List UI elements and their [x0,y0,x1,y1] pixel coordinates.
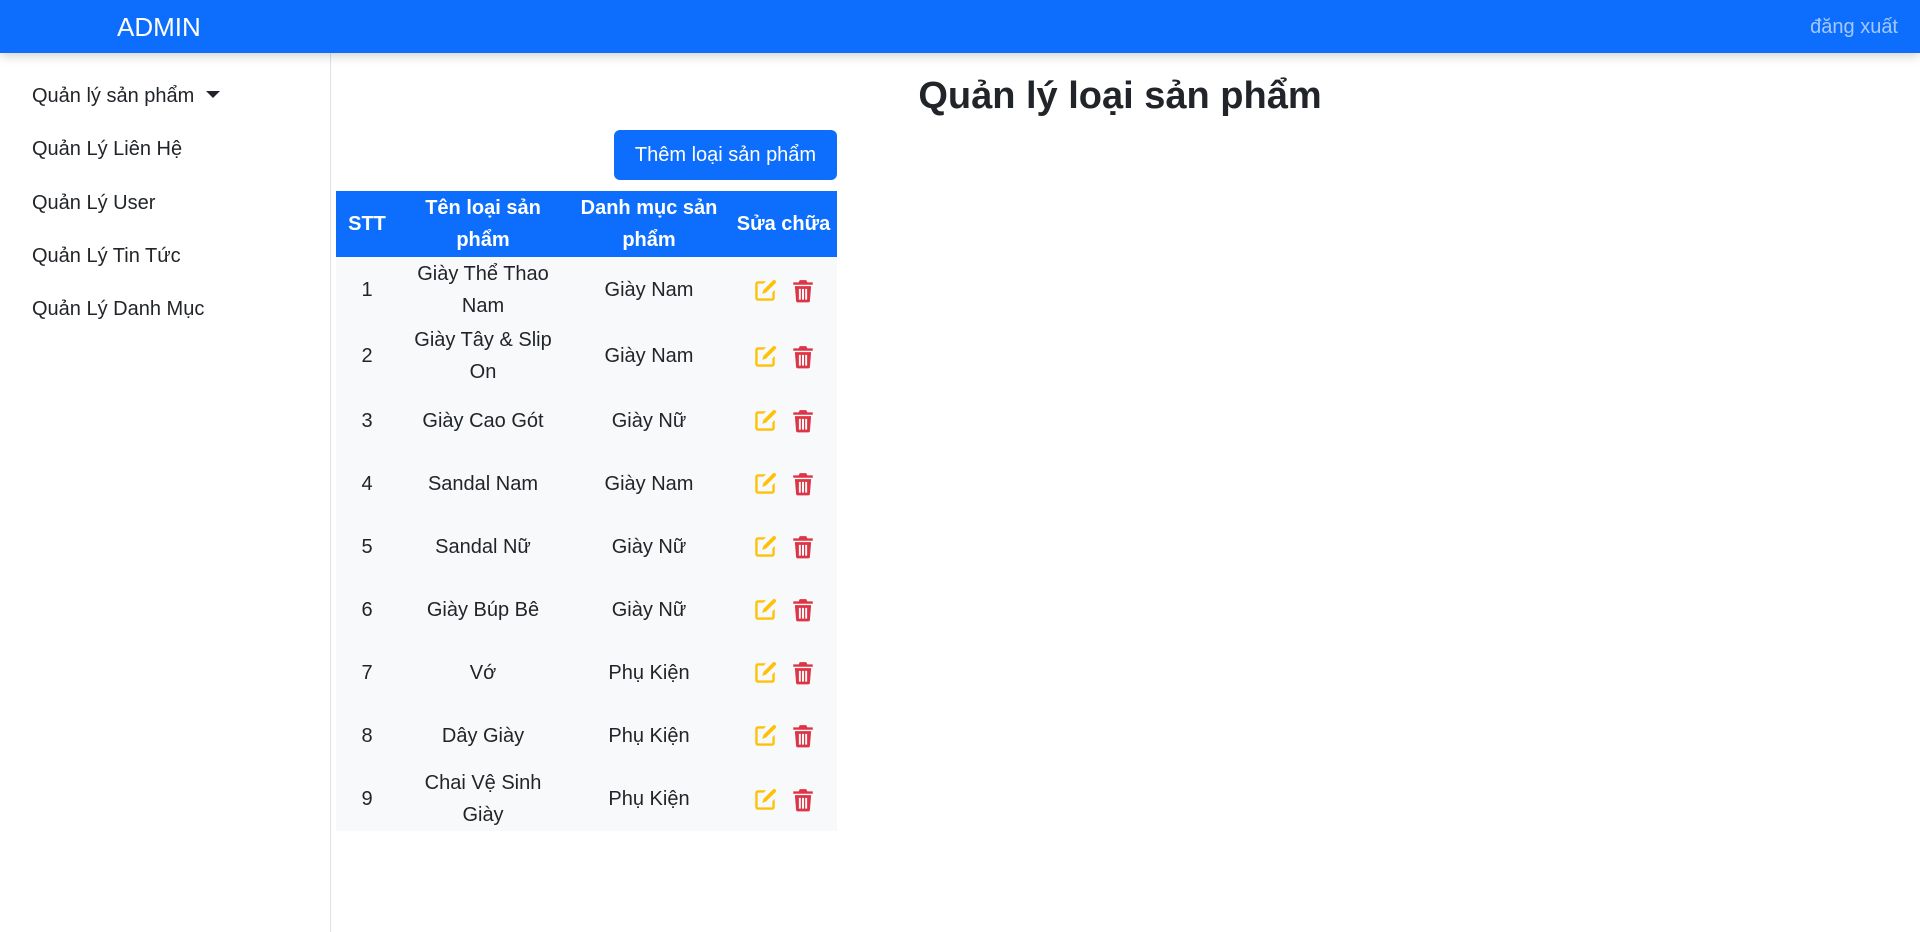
cell-stt: 2 [336,323,398,389]
edit-icon[interactable] [752,471,778,497]
edit-icon[interactable] [752,660,778,686]
cell-actions [730,578,837,641]
cell-name: Giày Cao Gót [398,389,568,452]
sidebar-item-products[interactable]: Quản lý sản phẩm [32,83,221,109]
column-header-actions: Sửa chữa [730,191,837,257]
sidebar-item-label: Quản Lý Liên Hệ [32,138,183,160]
edit-icon[interactable] [752,344,778,370]
edit-icon[interactable] [752,408,778,434]
cell-stt: 5 [336,515,398,578]
add-product-type-button[interactable]: Thêm loại sản phẩm [614,130,837,180]
chevron-down-icon [206,91,221,99]
table-row: 3 Giày Cao Gót Giày Nữ [336,389,837,452]
column-header-category: Danh mục sản phẩm [568,191,730,257]
edit-icon[interactable] [752,534,778,560]
table-row: 2 Giày Tây & Slip On Giày Nam [336,323,837,389]
table-row: 9 Chai Vệ Sinh Giày Phụ Kiện [336,767,837,831]
product-type-table: STT Tên loại sản phẩm Danh mục sản phẩm … [336,191,837,831]
sidebar-item-users[interactable]: Quản Lý User [32,190,155,216]
cell-category: Phụ Kiện [568,704,730,767]
column-header-stt: STT [336,191,398,257]
cell-name: Sandal Nữ [398,515,568,578]
cell-name: Chai Vệ Sinh Giày [398,767,568,831]
cell-actions [730,257,837,323]
cell-actions [730,389,837,452]
cell-category: Giày Nữ [568,389,730,452]
trash-icon[interactable] [790,723,816,749]
cell-stt: 6 [336,578,398,641]
page-title: Quản lý loại sản phẩm [918,75,1322,117]
cell-stt: 3 [336,389,398,452]
cell-actions [730,452,837,515]
cell-actions [730,515,837,578]
cell-actions [730,323,837,389]
trash-icon[interactable] [790,471,816,497]
trash-icon[interactable] [790,344,816,370]
top-navbar: ADMIN đăng xuất [0,0,1920,53]
cell-name: Giày Búp Bê [398,578,568,641]
cell-category: Giày Nữ [568,515,730,578]
cell-name: Giày Thể Thao Nam [398,257,568,323]
sidebar-item-news[interactable]: Quản Lý Tin Tức [32,243,181,269]
cell-category: Giày Nam [568,257,730,323]
sidebar-item-contacts[interactable]: Quản Lý Liên Hệ [32,136,182,162]
sidebar-item-label: Quản Lý Danh Mục [32,298,205,320]
cell-actions [730,704,837,767]
trash-icon[interactable] [790,278,816,304]
edit-icon[interactable] [752,278,778,304]
trash-icon[interactable] [790,408,816,434]
cell-category: Phụ Kiện [568,641,730,704]
edit-icon[interactable] [752,723,778,749]
logout-link[interactable]: đăng xuất [1810,15,1898,39]
cell-stt: 7 [336,641,398,704]
cell-category: Giày Nam [568,323,730,389]
trash-icon[interactable] [790,597,816,623]
sidebar-item-label: Quản Lý Tin Tức [32,245,181,267]
sidebar-item-categories[interactable]: Quản Lý Danh Mục [32,296,204,322]
cell-name: Sandal Nam [398,452,568,515]
table-row: 5 Sandal Nữ Giày Nữ [336,515,837,578]
sidebar-item-label: Quản lý sản phẩm [32,85,195,107]
table-body: 1 Giày Thể Thao Nam Giày Nam 2 Giày Tây & Sl… [336,257,837,831]
cell-stt: 4 [336,452,398,515]
sidebar-item-label: Quản Lý User [32,192,156,214]
cell-actions [730,641,837,704]
cell-stt: 9 [336,767,398,831]
trash-icon[interactable] [790,787,816,813]
cell-name: Giày Tây & Slip On [398,323,568,389]
cell-name: Vớ [398,641,568,704]
table-row: 6 Giày Búp Bê Giày Nữ [336,578,837,641]
cell-category: Phụ Kiện [568,767,730,831]
trash-icon[interactable] [790,534,816,560]
edit-icon[interactable] [752,787,778,813]
table-header-row: STT Tên loại sản phẩm Danh mục sản phẩm … [336,191,837,257]
cell-category: Giày Nam [568,452,730,515]
column-header-name: Tên loại sản phẩm [398,191,568,257]
cell-stt: 8 [336,704,398,767]
brand-logo[interactable]: ADMIN [117,12,201,42]
table-row: 7 Vớ Phụ Kiện [336,641,837,704]
table-row: 1 Giày Thể Thao Nam Giày Nam [336,257,837,323]
cell-category: Giày Nữ [568,578,730,641]
edit-icon[interactable] [752,597,778,623]
table-row: 8 Dây Giày Phụ Kiện [336,704,837,767]
cell-name: Dây Giày [398,704,568,767]
sidebar: Quản lý sản phẩm Quản Lý Liên Hệ Quản Lý… [0,53,331,932]
table-row: 4 Sandal Nam Giày Nam [336,452,837,515]
cell-actions [730,767,837,831]
trash-icon[interactable] [790,660,816,686]
cell-stt: 1 [336,257,398,323]
